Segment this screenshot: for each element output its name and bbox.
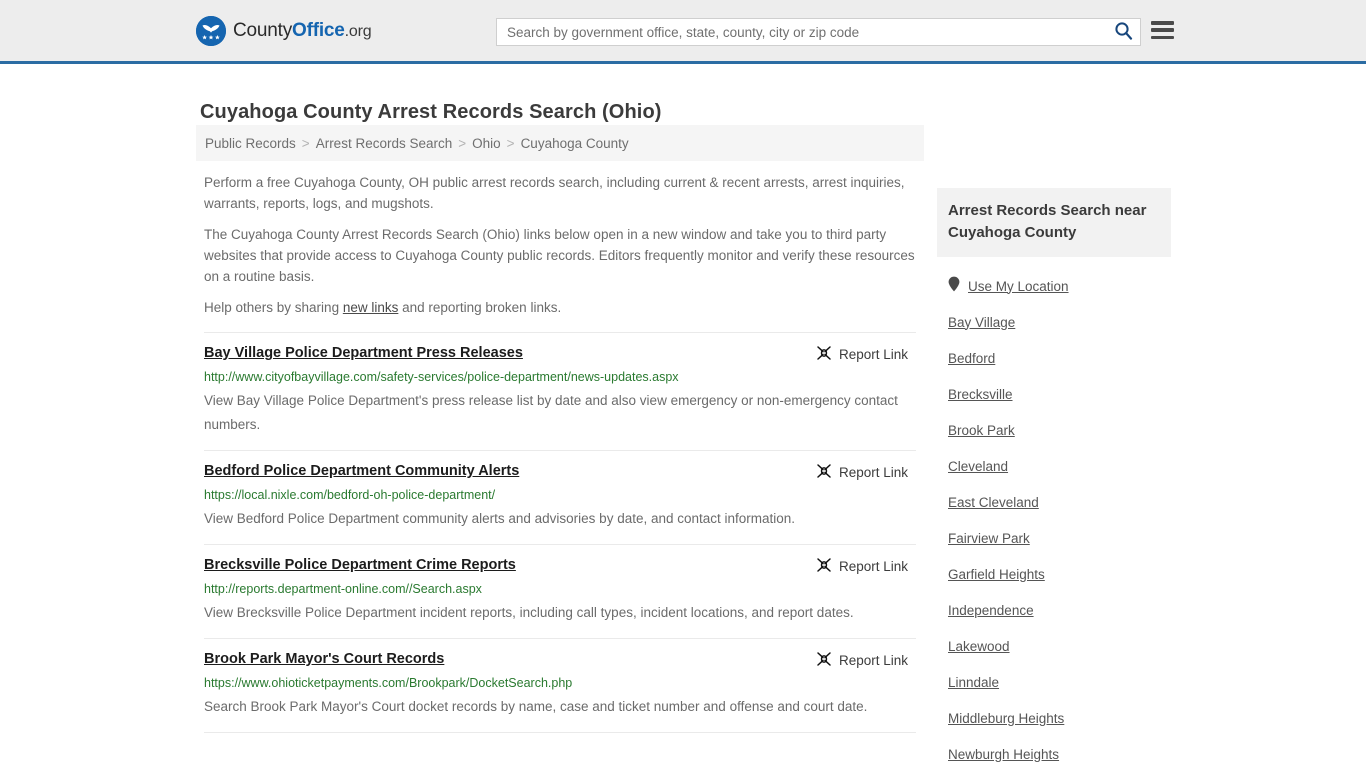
sidebar-item-independence[interactable]: Independence [937,592,1171,628]
sidebar-heading: Arrest Records Search near Cuyahoga Coun… [937,188,1171,257]
sidebar-item-garfield-heights[interactable]: Garfield Heights [937,556,1171,592]
sidebar-item-east-cleveland[interactable]: East Cleveland [937,484,1171,520]
breadcrumb-item-public-records[interactable]: Public Records [205,136,296,151]
report-link-button[interactable]: Report Link [816,556,908,576]
report-link-label: Report Link [838,465,908,480]
search-input[interactable] [497,19,1106,45]
intro-text: Perform a free Cuyahoga County, OH publi… [196,172,924,318]
sidebar-item-cleveland[interactable]: Cleveland [937,448,1171,484]
breadcrumb-item-cuyahoga-county: Cuyahoga County [520,135,629,151]
result-header: Brook Park Mayor's Court Records Report … [204,650,916,670]
sidebar-item-brecksville[interactable]: Brecksville [937,376,1171,412]
result-description: View Bay Village Police Department's pre… [204,393,898,432]
sidebar-city-link[interactable]: Independence [948,603,1034,618]
new-links-link[interactable]: new links [343,300,399,315]
result-title-link[interactable]: Brecksville Police Department Crime Repo… [204,556,516,574]
sidebar-item-linndale[interactable]: Linndale [937,664,1171,700]
sidebar-city-link[interactable]: Lakewood [948,639,1010,654]
use-my-location-link[interactable]: Use My Location [968,279,1069,294]
hamburger-bar-1 [1151,21,1174,25]
broken-link-icon [816,651,832,670]
brand-part-office: Office [292,19,345,41]
result-header: Brecksville Police Department Crime Repo… [204,556,916,576]
sidebar-item-use-my-location[interactable]: Use My Location [937,268,1171,304]
broken-link-icon [816,557,832,576]
eagle-stars-logo-icon [196,15,226,46]
result-url-link[interactable]: http://www.cityofbayvillage.com/safety-s… [204,369,916,386]
result-url-link[interactable]: http://reports.department-online.com//Se… [204,581,916,598]
result-title-link[interactable]: Bedford Police Department Community Aler… [204,462,519,480]
hamburger-bar-3 [1151,35,1174,39]
sidebar-city-link[interactable]: Linndale [948,675,999,690]
sidebar-item-lakewood[interactable]: Lakewood [937,628,1171,664]
sidebar-city-link[interactable]: Garfield Heights [948,567,1045,582]
report-link-label: Report Link [838,347,908,362]
result-item: Bay Village Police Department Press Rele… [204,332,916,451]
sidebar-city-link[interactable]: East Cleveland [948,495,1039,510]
results-list: Bay Village Police Department Press Rele… [196,332,924,733]
intro-paragraph-2: The Cuyahoga County Arrest Records Searc… [204,227,915,284]
site-header: CountyOffice.org [0,0,1366,64]
sidebar-city-link[interactable]: Brook Park [948,423,1015,438]
breadcrumb-separator-2: > [458,135,467,151]
sidebar-item-newburgh-heights[interactable]: Newburgh Heights [937,736,1171,768]
result-item: Brook Park Mayor's Court Records Report … [204,639,916,733]
search-bar[interactable] [496,18,1141,46]
sidebar-item-middleburg-heights[interactable]: Middleburg Heights [937,700,1171,736]
result-title-link[interactable]: Bay Village Police Department Press Rele… [204,344,523,362]
report-link-button[interactable]: Report Link [816,650,908,670]
result-item: Bedford Police Department Community Aler… [204,451,916,545]
sidebar-city-link[interactable]: Cleveland [948,459,1008,474]
brand-part-org: .org [344,22,372,40]
breadcrumb-separator-1: > [301,135,310,151]
result-header: Bedford Police Department Community Aler… [204,462,916,482]
breadcrumb-item-ohio[interactable]: Ohio [472,136,501,151]
intro-paragraph-1: Perform a free Cuyahoga County, OH publi… [204,175,905,211]
report-link-button[interactable]: Report Link [816,344,908,364]
result-description: Search Brook Park Mayor's Court docket r… [204,699,868,714]
report-link-button[interactable]: Report Link [816,462,908,482]
sidebar-item-brook-park[interactable]: Brook Park [937,412,1171,448]
intro-p3-before: Help others by sharing [204,300,343,315]
sidebar-city-link[interactable]: Newburgh Heights [948,747,1059,762]
breadcrumb-item-arrest-records-search[interactable]: Arrest Records Search [316,136,453,151]
brand-part-county: County [233,19,293,41]
sidebar-city-link[interactable]: Middleburg Heights [948,711,1064,726]
intro-p3-after: and reporting broken links. [398,300,562,315]
report-link-label: Report Link [838,653,908,668]
intro-paragraph-3: Help others by sharing new links and rep… [196,297,924,318]
result-url-link[interactable]: https://local.nixle.com/bedford-oh-polic… [204,487,916,504]
result-title-link[interactable]: Brook Park Mayor's Court Records [204,650,444,668]
broken-link-icon [816,463,832,482]
map-pin-icon [948,276,960,297]
hamburger-menu-icon[interactable] [1151,21,1174,39]
nearby-sidebar: Arrest Records Search near Cuyahoga Coun… [937,188,1171,768]
broken-link-icon [816,345,832,364]
site-logo-link[interactable]: CountyOffice.org [196,15,372,46]
report-link-label: Report Link [838,559,908,574]
page-title: Cuyahoga County Arrest Records Search (O… [200,101,662,124]
sidebar-city-link[interactable]: Bedford [948,351,995,366]
breadcrumb: Public Records > Arrest Records Search >… [196,125,924,161]
hamburger-bar-2 [1151,28,1174,32]
result-url-link[interactable]: https://www.ohioticketpayments.com/Brook… [204,675,916,692]
sidebar-city-link[interactable]: Fairview Park [948,531,1030,546]
sidebar-city-link[interactable]: Brecksville [948,387,1013,402]
result-item: Brecksville Police Department Crime Repo… [204,545,916,639]
result-header: Bay Village Police Department Press Rele… [204,344,916,364]
search-icon [1114,21,1133,43]
result-description: View Bedford Police Department community… [204,511,796,526]
sidebar-city-link[interactable]: Bay Village [948,315,1015,330]
result-description: View Brecksville Police Department incid… [204,605,854,620]
breadcrumb-separator-3: > [506,135,515,151]
brand-wordmark: CountyOffice.org [233,19,372,42]
sidebar-item-fairview-park[interactable]: Fairview Park [937,520,1171,556]
sidebar-city-list: Use My Location Bay Village Bedford Brec… [937,257,1171,768]
main-content: Perform a free Cuyahoga County, OH publi… [196,172,924,733]
sidebar-item-bay-village[interactable]: Bay Village [937,304,1171,340]
sidebar-item-bedford[interactable]: Bedford [937,340,1171,376]
search-button[interactable] [1106,19,1140,45]
